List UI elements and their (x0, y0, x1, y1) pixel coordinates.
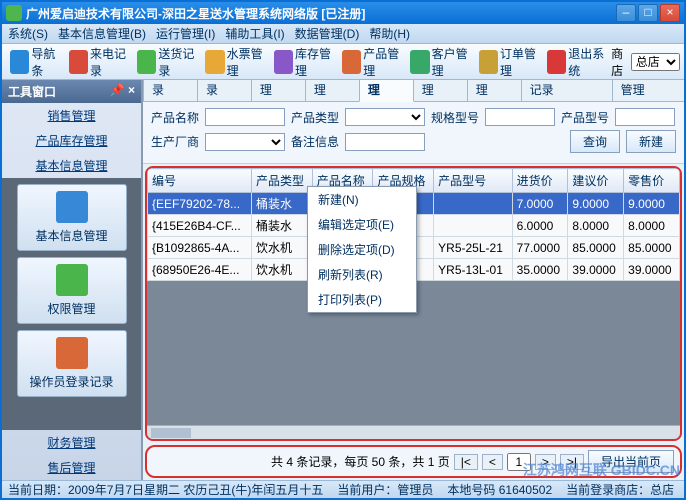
label-spec: 规格型号 (431, 109, 479, 126)
label-name: 产品名称 (151, 109, 199, 126)
status-user: 当前用户：管理员 (337, 481, 433, 498)
tb-customer[interactable]: 客户管理 (406, 43, 474, 81)
side-link-finance[interactable]: 财务管理 (2, 430, 141, 455)
tb-delivery[interactable]: 送货记录 (133, 43, 201, 81)
label-model: 产品型号 (561, 109, 609, 126)
tab-ticket[interactable]: 水票管理 (251, 80, 306, 101)
sidebar-pin-icon[interactable]: 📌 × (110, 83, 135, 100)
side-btn-log[interactable]: 操作员登录记录 (17, 330, 127, 397)
side-btn-basic[interactable]: 基本信息管理 (17, 184, 127, 251)
page-first[interactable]: |< (454, 454, 478, 470)
window-title: 广州爱启迪技术有限公司-深田之星送水管理系统网络版 [已注册] (26, 5, 616, 22)
tab-order[interactable]: 订单管理 (467, 80, 522, 101)
app-icon (6, 5, 22, 21)
watermark: 江苏鸿网互联 GBIDC.CN (523, 460, 680, 480)
side-btn-perm[interactable]: 权限管理 (17, 257, 127, 324)
tab-delivery[interactable]: 送货记录 (197, 80, 252, 101)
tb-stock[interactable]: 库存管理 (270, 43, 338, 81)
sidebar: 工具窗口📌 × 销售管理 产品库存管理 基本信息管理 基本信息管理 权限管理 操… (2, 80, 142, 480)
side-link-after[interactable]: 售后管理 (2, 455, 141, 480)
filter-panel: 产品名称 产品类型 规格型号 产品型号 生产厂商 备注信息 查询 新建 (143, 102, 684, 164)
ctx-new[interactable]: 新建(N) (308, 187, 416, 212)
input-remark[interactable] (345, 133, 425, 151)
pager-summary: 共 4 条记录，每页 50 条，共 1 页 (271, 453, 450, 470)
col-pin[interactable]: 进货价 (512, 169, 568, 193)
col-pretail[interactable]: 零售价 (624, 169, 680, 193)
page-prev[interactable]: < (482, 454, 503, 470)
side-link-stock[interactable]: 产品库存管理 (2, 128, 141, 153)
ctx-edit[interactable]: 编辑选定项(E) (308, 212, 416, 237)
menu-run[interactable]: 运行管理(I) (156, 25, 215, 42)
store-select[interactable]: 总店 (631, 53, 680, 71)
status-shop: 本地号码 61640502 (447, 481, 552, 498)
tb-ticket[interactable]: 水票管理 (201, 43, 269, 81)
horizontal-scrollbar[interactable] (147, 425, 680, 439)
input-name[interactable] (205, 108, 285, 126)
status-bar: 当前日期：2009年7月7日星期二 农历己丑(牛)年闰五月十五 当前用户：管理员… (2, 480, 684, 498)
tab-log[interactable]: 操作人员登录记录 (521, 80, 613, 101)
status-date: 当前日期：2009年7月7日星期二 农历己丑(牛)年闰五月十五 (8, 481, 323, 498)
side-link-sales[interactable]: 销售管理 (2, 103, 141, 128)
col-type[interactable]: 产品类型 (252, 169, 313, 193)
side-link-basic[interactable]: 基本信息管理 (2, 153, 141, 178)
ctx-print[interactable]: 打印列表(P) (308, 287, 416, 312)
menu-help[interactable]: 帮助(H) (369, 25, 410, 42)
tb-exit[interactable]: 退出系统 (543, 43, 611, 81)
ctx-refresh[interactable]: 刷新列表(R) (308, 262, 416, 287)
new-button[interactable]: 新建 (626, 130, 676, 153)
close-button[interactable]: × (660, 4, 680, 22)
menu-data[interactable]: 数据管理(D) (295, 25, 360, 42)
select-type[interactable] (345, 108, 425, 126)
label-remark: 备注信息 (291, 133, 339, 150)
product-grid-wrap: 编号 产品类型 产品名称 产品规格 产品型号 进货价 建议价 零售价 {EEF7… (145, 166, 682, 441)
label-factory: 生产厂商 (151, 133, 199, 150)
col-psuggest[interactable]: 建议价 (568, 169, 624, 193)
minimize-button[interactable]: – (616, 4, 636, 22)
window-titlebar: 广州爱启迪技术有限公司-深田之星送水管理系统网络版 [已注册] – □ × (2, 2, 684, 24)
tab-customer[interactable]: 客户管理 (413, 80, 468, 101)
tb-nav[interactable]: 导航条 (6, 43, 65, 81)
content-tabs: 来电记录 送货记录 水票管理 库存管理 产品管理 客户管理 订单管理 操作人员登… (143, 80, 684, 102)
input-model[interactable] (615, 108, 675, 126)
context-menu: 新建(N) 编辑选定项(E) 删除选定项(D) 刷新列表(R) 打印列表(P) (307, 186, 417, 313)
select-factory[interactable] (205, 133, 285, 151)
col-model[interactable]: 产品型号 (434, 169, 512, 193)
tab-product[interactable]: 产品管理 (359, 80, 414, 102)
input-spec[interactable] (485, 108, 555, 126)
status-login: 当前登录商店：总店 (566, 481, 674, 498)
tb-product[interactable]: 产品管理 (338, 43, 406, 81)
label-type: 产品类型 (291, 109, 339, 126)
tab-basic[interactable]: 基本信息管理 (612, 80, 684, 101)
tb-calls[interactable]: 来电记录 (65, 43, 133, 81)
maximize-button[interactable]: □ (638, 4, 658, 22)
store-label: 商店 (611, 45, 631, 79)
ctx-delete[interactable]: 删除选定项(D) (308, 237, 416, 262)
sidebar-header: 工具窗口📌 × (2, 80, 141, 103)
menu-tools[interactable]: 辅助工具(I) (225, 25, 284, 42)
main-toolbar: 导航条 来电记录 送货记录 水票管理 库存管理 产品管理 客户管理 订单管理 退… (2, 44, 684, 80)
tab-stock[interactable]: 库存管理 (305, 80, 360, 101)
tb-order[interactable]: 订单管理 (475, 43, 543, 81)
col-id[interactable]: 编号 (148, 169, 252, 193)
query-button[interactable]: 查询 (570, 130, 620, 153)
menu-system[interactable]: 系统(S) (8, 25, 48, 42)
menu-basic[interactable]: 基本信息管理(B) (58, 25, 146, 42)
tab-calls[interactable]: 来电记录 (143, 80, 198, 101)
menu-bar: 系统(S) 基本信息管理(B) 运行管理(I) 辅助工具(I) 数据管理(D) … (2, 24, 684, 44)
